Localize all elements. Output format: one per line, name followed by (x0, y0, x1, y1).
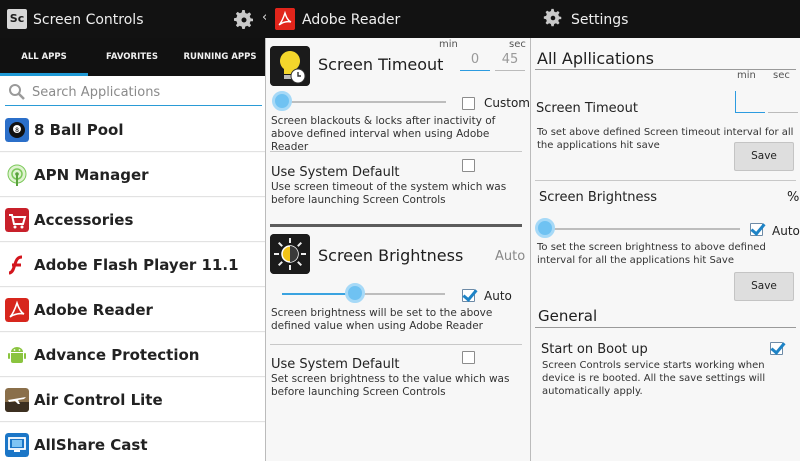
app-name: Adobe Flash Player 11.1 (34, 256, 239, 274)
divider (270, 344, 522, 345)
min-label: min (439, 39, 458, 50)
screen-timeout-title: Screen Timeout (318, 55, 444, 74)
screen-brightness-title: Screen Brightness (539, 190, 658, 205)
adobe-reader-action-bar: ‹ Adobe Reader (262, 0, 530, 38)
brightness-slider-thumb[interactable] (345, 283, 366, 303)
back-chevron-icon[interactable]: ‹ (262, 10, 267, 25)
app-name: AllShare Cast (34, 436, 148, 454)
brightness-system-default-title: Use System Default (271, 357, 400, 372)
brightness-system-default-description: Set screen brightness to the value which… (271, 373, 510, 398)
header-divider (535, 69, 796, 70)
brightness-system-default-checkbox[interactable] (462, 351, 475, 364)
start-on-boot-checkbox[interactable] (770, 342, 783, 355)
shopping-cart-icon (5, 208, 29, 232)
start-on-boot-description: Screen Controls service starts working w… (542, 360, 766, 397)
tab-bar: ALL APPS FAVORITES RUNNING APPS (0, 38, 265, 76)
brightness-sun-icon (270, 234, 310, 274)
custom-label: Custom (484, 96, 530, 110)
page-title: Settings (571, 12, 629, 28)
brightness-value-label: Auto (495, 249, 526, 264)
save-timeout-button[interactable]: Save (734, 142, 794, 171)
timeout-slider-track (278, 101, 446, 103)
header-divider (535, 327, 796, 328)
search-icon (9, 84, 25, 100)
app-name: APN Manager (34, 166, 149, 184)
list-item[interactable]: Air Control Lite (0, 378, 265, 422)
billiard-ball-icon: 8 (5, 118, 29, 142)
brightness-slider-thumb[interactable] (535, 218, 555, 238)
app-name: Advance Protection (34, 346, 200, 364)
flash-icon (5, 253, 29, 277)
brightness-apply-description: To set the screen brightness to above de… (537, 242, 766, 266)
global-settings-panel: All Apllications min sec Screen Timeout … (530, 38, 800, 461)
custom-checkbox[interactable] (462, 97, 475, 110)
android-icon (5, 343, 29, 367)
list-item[interactable]: Adobe Flash Player 11.1 (0, 243, 265, 287)
timeout-system-default-checkbox[interactable] (462, 159, 475, 172)
start-on-boot-title: Start on Boot up (541, 342, 648, 357)
antenna-icon (5, 163, 29, 187)
airplane-icon (5, 388, 29, 412)
tab-favorites[interactable]: FAVORITES (88, 38, 176, 76)
brightness-slider-fill (282, 293, 356, 295)
min-label: min (737, 70, 756, 81)
timeout-sec-input[interactable] (768, 91, 798, 113)
list-item[interactable]: Accessories (0, 198, 265, 242)
brightness-description: Screen brightness will be set to the abo… (271, 307, 493, 332)
list-item[interactable]: 8 8 Ball Pool (0, 108, 265, 152)
search-underline (5, 105, 262, 106)
save-brightness-button[interactable]: Save (734, 272, 794, 301)
lightbulb-clock-icon (270, 46, 310, 86)
auto-brightness-checkbox[interactable] (750, 223, 763, 236)
divider (270, 151, 522, 152)
app-title: Screen Controls (33, 12, 144, 28)
screen-cast-icon (5, 433, 29, 457)
auto-label: Auto (484, 289, 512, 303)
search-bar (0, 76, 265, 108)
auto-label: Auto (772, 224, 800, 238)
brightness-unit: % (787, 190, 800, 205)
general-header: General (538, 307, 598, 325)
divider (535, 180, 796, 181)
app-name: Adobe Reader (34, 301, 153, 319)
sec-label: sec (773, 70, 790, 81)
app-logo: Sc (7, 9, 27, 29)
tab-running-apps[interactable]: RUNNING APPS (176, 38, 264, 76)
list-item[interactable]: AllShare Cast (0, 423, 265, 461)
list-item[interactable]: Adobe Reader (0, 288, 265, 332)
timeout-min-input[interactable] (735, 91, 765, 113)
timeout-description: Screen blackouts & locks after inactivit… (271, 115, 496, 153)
timeout-slider-thumb[interactable] (272, 91, 292, 111)
app-name: 8 Ball Pool (34, 121, 124, 139)
app-name: Air Control Lite (34, 391, 163, 409)
svg-text:8: 8 (15, 127, 19, 134)
screen-brightness-title: Screen Brightness (318, 246, 464, 265)
screen-timeout-title: Screen Timeout (536, 101, 638, 116)
auto-brightness-checkbox[interactable] (462, 289, 475, 302)
all-applications-header: All Apllications (537, 49, 654, 68)
timeout-system-default-title: Use System Default (271, 165, 400, 180)
timeout-sec-input[interactable]: 45 (495, 49, 525, 71)
gear-icon[interactable] (232, 8, 256, 32)
pdf-icon (5, 298, 29, 322)
page-title: Adobe Reader (302, 12, 401, 28)
settings-action-bar: Settings (530, 0, 800, 38)
pdf-icon (275, 8, 295, 30)
settings-gear-icon (543, 8, 562, 27)
list-item[interactable]: Advance Protection (0, 333, 265, 377)
tab-all-apps[interactable]: ALL APPS (0, 38, 88, 76)
app-settings-panel: Screen Timeout min sec 0 45 Custom Scree… (265, 38, 530, 461)
search-input[interactable] (32, 82, 252, 102)
brightness-slider-track (545, 228, 740, 230)
timeout-system-default-description: Use screen timeout of the system which w… (271, 181, 507, 206)
app-name: Accessories (34, 211, 134, 229)
list-item[interactable]: APN Manager (0, 153, 265, 197)
screen-controls-action-bar: Sc Screen Controls (0, 0, 265, 38)
app-list-panel: ALL APPS FAVORITES RUNNING APPS 8 8 Ball… (0, 38, 265, 461)
timeout-min-input[interactable]: 0 (460, 49, 490, 71)
section-divider (270, 224, 522, 227)
